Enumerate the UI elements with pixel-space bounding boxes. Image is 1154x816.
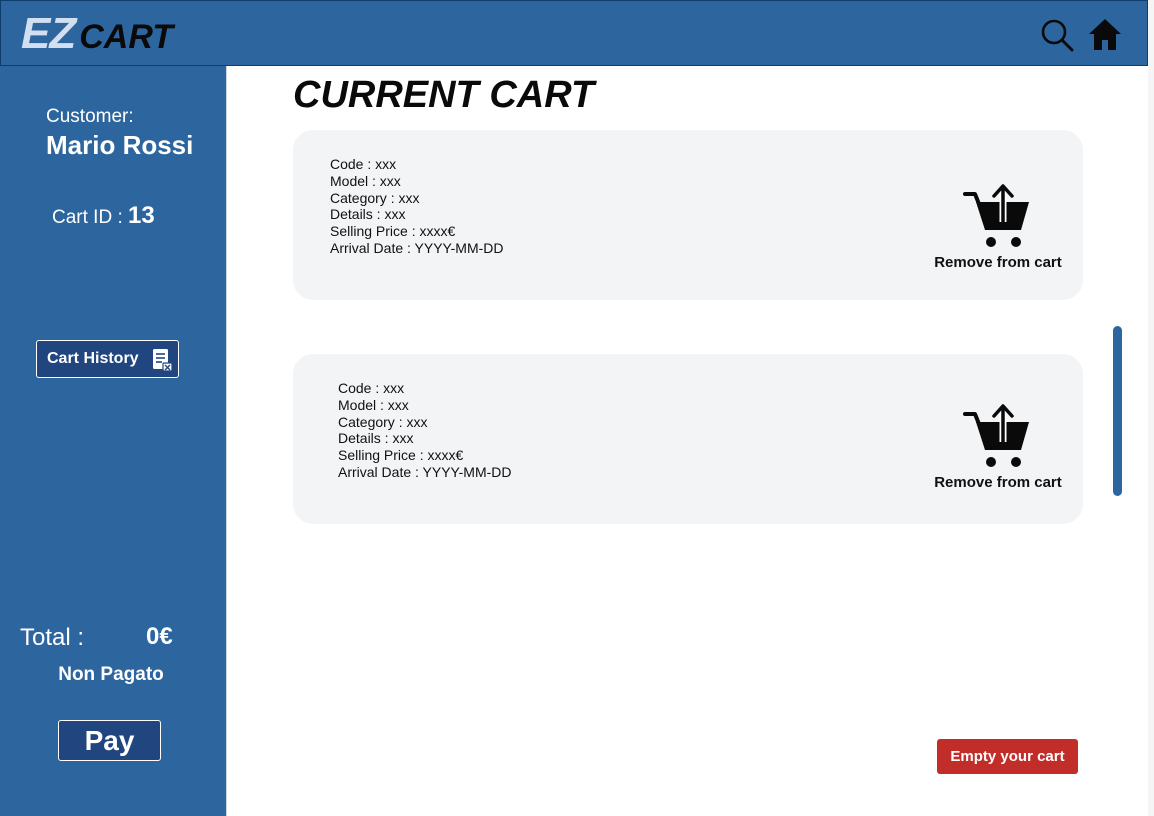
product-category: Category : xxx xyxy=(330,189,420,206)
product-details-text: Details : xxx xyxy=(338,430,414,447)
search-icon[interactable] xyxy=(1039,17,1075,53)
logo-cart: CART xyxy=(79,18,174,56)
payment-status: Non Pagato xyxy=(58,664,164,685)
product-arrival-date: Arrival Date : YYYY-MM-DD xyxy=(330,239,504,256)
main-content: CURRENT CART Code : xxx Model : xxx Cate… xyxy=(227,66,1148,816)
scrollbar[interactable] xyxy=(1113,326,1122,496)
customer-label: Customer: xyxy=(46,106,134,127)
total-value: 0€ xyxy=(146,623,173,650)
empty-cart-button[interactable]: Empty your cart xyxy=(937,739,1078,774)
product-details: Code : xxx Model : xxx Category : xxx De… xyxy=(330,156,503,257)
cart-id-label: Cart ID : xyxy=(52,207,129,228)
logo-ez: EZ xyxy=(21,9,76,58)
home-icon[interactable] xyxy=(1087,17,1123,53)
product-selling-price: Selling Price : xxxx€ xyxy=(330,223,456,240)
cart-item-card: Code : xxx Model : xxx Category : xxx De… xyxy=(293,354,1083,524)
cart-id: Cart ID : 13 xyxy=(52,202,155,230)
top-bar: EZ CART xyxy=(0,0,1148,66)
total-label: Total : xyxy=(20,624,85,651)
remove-from-cart-button[interactable]: Remove from cart xyxy=(927,402,1069,491)
product-arrival-date: Arrival Date : YYYY-MM-DD xyxy=(338,463,512,480)
sidebar: Customer: Mario Rossi Cart ID : 13 Cart … xyxy=(0,66,227,816)
page-title: CURRENT CART xyxy=(293,74,595,116)
cart-remove-icon xyxy=(963,404,1029,467)
remove-from-cart-button[interactable]: Remove from cart xyxy=(927,182,1069,271)
product-code: Code : xxx xyxy=(330,156,397,172)
product-category: Category : xxx xyxy=(338,413,428,430)
pay-button[interactable]: Pay xyxy=(58,720,161,761)
customer-name: Mario Rossi xyxy=(46,130,194,160)
app-logo[interactable]: EZ CART xyxy=(21,9,174,58)
product-model: Model : xxx xyxy=(330,172,401,189)
product-model: Model : xxx xyxy=(338,396,409,413)
cart-id-value: 13 xyxy=(128,202,155,229)
product-details-text: Details : xxx xyxy=(330,206,406,223)
cart-history-label: Cart History xyxy=(47,350,139,367)
window-edge xyxy=(1148,0,1154,816)
cart-item-card: Code : xxx Model : xxx Category : xxx De… xyxy=(293,130,1083,300)
receipt-icon xyxy=(153,349,173,372)
remove-from-cart-label: Remove from cart xyxy=(934,254,1062,271)
product-code: Code : xxx xyxy=(338,380,405,396)
cart-history-button[interactable]: Cart History xyxy=(36,340,179,378)
cart-remove-icon xyxy=(963,184,1029,247)
product-details: Code : xxx Model : xxx Category : xxx De… xyxy=(338,380,511,481)
remove-from-cart-label: Remove from cart xyxy=(934,474,1062,491)
product-selling-price: Selling Price : xxxx€ xyxy=(338,447,464,464)
